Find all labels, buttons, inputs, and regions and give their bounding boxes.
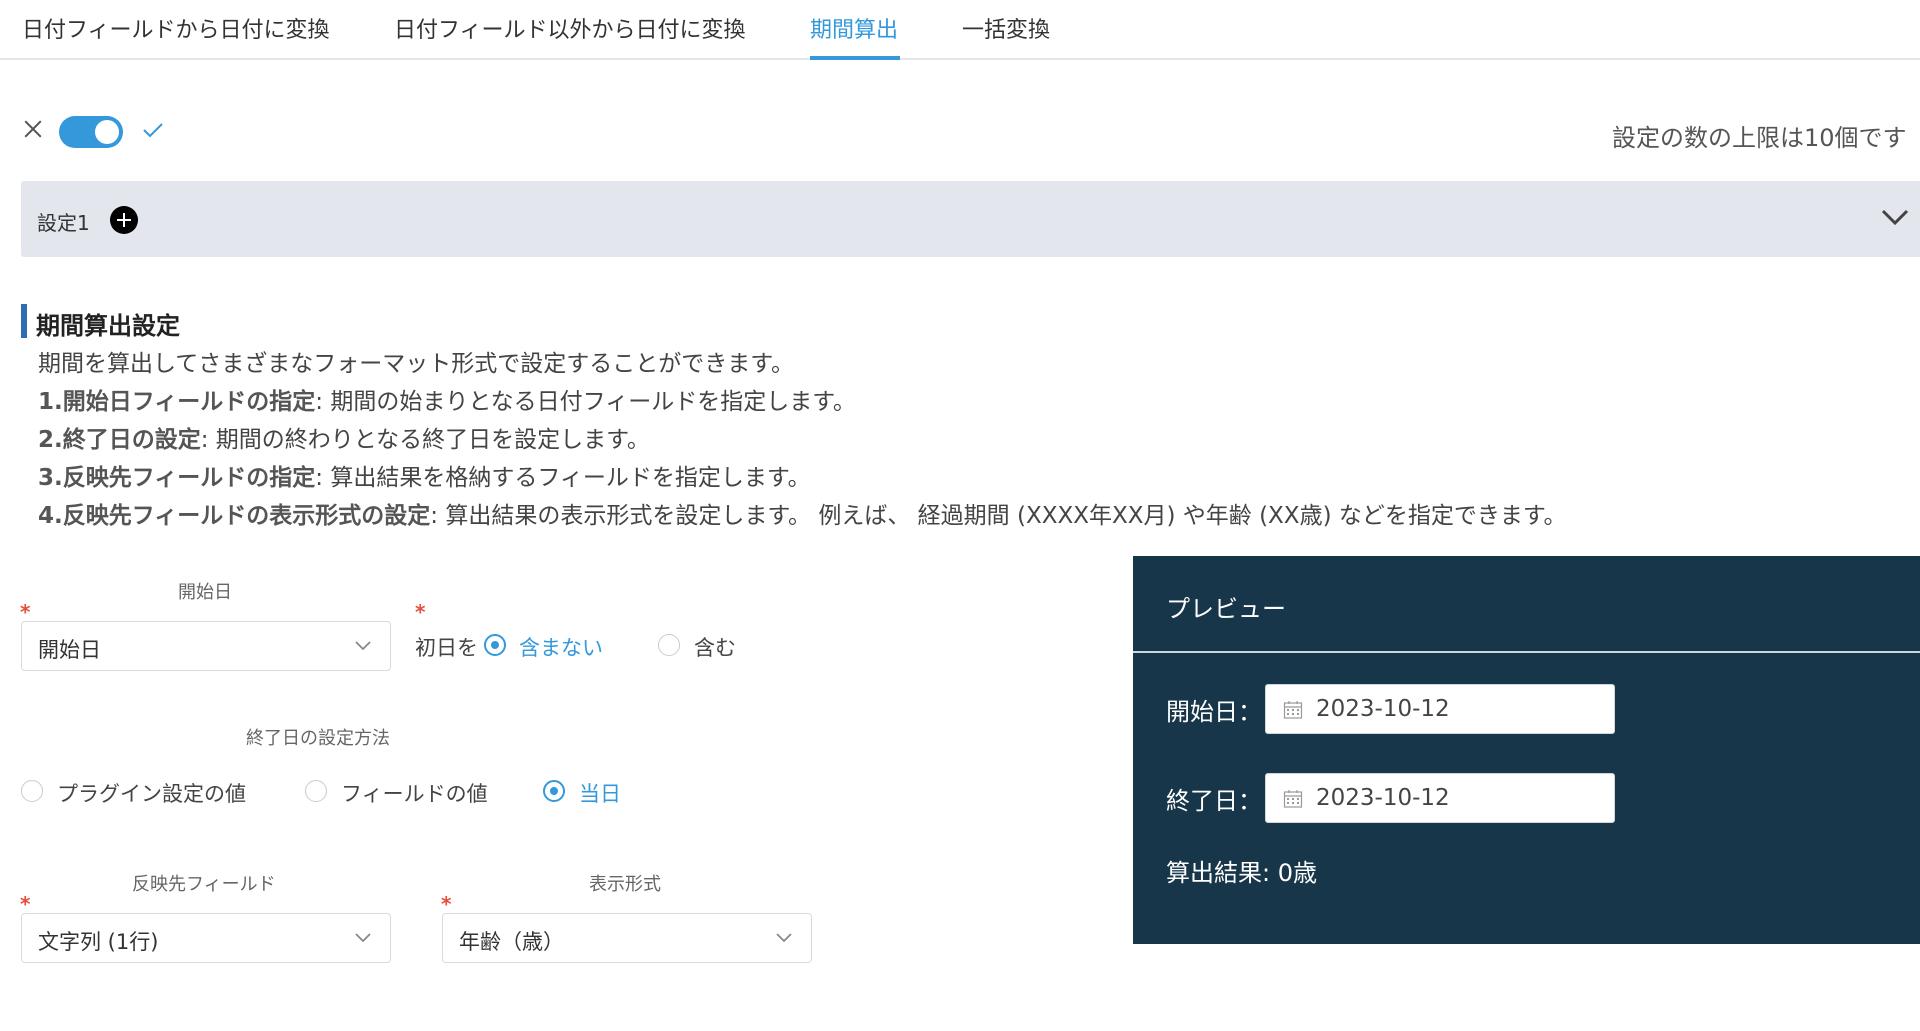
radio-field-value[interactable] <box>305 780 327 802</box>
step-1-text: : 期間の始まりとなる日付フィールドを指定します。 <box>315 389 856 415</box>
target-field-label: 反映先フィールド <box>132 874 276 895</box>
step-3-title: 3.反映先フィールドの指定 <box>38 465 316 491</box>
preview-end-label: 終了日： <box>1166 787 1262 815</box>
check-icon <box>143 123 163 138</box>
preview-result: 算出結果: 0歳 <box>1166 859 1317 887</box>
start-date-label: 開始日 <box>178 582 232 603</box>
step-1: 1.開始日フィールドの指定: 期間の始まりとなる日付フィールドを指定します。 <box>38 382 856 416</box>
first-day-prefix: 初日を <box>415 636 478 660</box>
step-4: 4.反映先フィールドの表示形式の設定: 算出結果の表示形式を設定します。 例えば… <box>38 496 1567 530</box>
radio-label-field-value[interactable]: フィールドの値 <box>341 778 488 808</box>
chevron-down-icon <box>776 933 792 943</box>
radio-exclude-first-day[interactable] <box>484 634 506 656</box>
display-format-select[interactable]: 年齢（歳） <box>442 913 812 963</box>
step-2-title: 2.終了日の設定 <box>38 427 201 453</box>
radio-label-exclude[interactable]: 含まない <box>519 632 603 662</box>
start-date-value: 開始日 <box>38 638 101 662</box>
toggle-knob <box>95 120 119 144</box>
preview-end-date-input[interactable]: 2023-10-12 <box>1265 773 1615 823</box>
chevron-down-icon <box>355 933 371 943</box>
section-intro: 期間を算出してさまざまなフォーマット形式で設定することができます。 <box>38 351 795 377</box>
preview-divider <box>1133 651 1920 653</box>
settings-label: 設定1 <box>37 211 90 235</box>
preview-start-date-input[interactable]: 2023-10-12 <box>1265 684 1615 734</box>
preview-title: プレビュー <box>1166 595 1286 623</box>
calendar-icon <box>1283 701 1303 719</box>
tab-bulk-conversion[interactable]: 一括変換 <box>962 12 1050 44</box>
section-accent-bar <box>21 304 27 338</box>
active-tab-indicator <box>810 56 900 60</box>
radio-label-plugin-setting-value[interactable]: プラグイン設定の値 <box>57 778 246 808</box>
preview-panel: プレビュー 開始日： 2023-10-12 終了日： 2023-10-12 算出… <box>1133 556 1920 944</box>
enable-toggle[interactable] <box>59 116 123 148</box>
step-3-text: : 算出結果を格納するフィールドを指定します。 <box>315 465 811 491</box>
tab-non-date-field-to-date[interactable]: 日付フィールド以外から日付に変換 <box>394 12 746 44</box>
display-format-value: 年齢（歳） <box>459 930 564 954</box>
calendar-icon <box>1283 790 1303 808</box>
chevron-down-icon <box>355 641 371 651</box>
settings-limit-note: 設定の数の上限は10個です <box>1612 124 1907 152</box>
target-field-select[interactable]: 文字列 (1行) <box>21 913 391 963</box>
target-field-value: 文字列 (1行) <box>38 930 159 954</box>
tab-period-calculation[interactable]: 期間算出 <box>810 12 898 44</box>
preview-start-label: 開始日： <box>1166 698 1262 726</box>
step-3: 3.反映先フィールドの指定: 算出結果を格納するフィールドを指定します。 <box>38 458 811 492</box>
radio-today[interactable] <box>543 780 565 802</box>
radio-plugin-setting-value[interactable] <box>21 780 43 802</box>
section-title: 期間算出設定 <box>36 312 180 340</box>
radio-label-include[interactable]: 含む <box>694 632 736 662</box>
display-format-label: 表示形式 <box>589 874 661 895</box>
radio-label-today[interactable]: 当日 <box>579 778 621 808</box>
required-mark: * <box>415 600 426 624</box>
plugin-settings-page: 日付フィールドから日付に変換 日付フィールド以外から日付に変換 期間算出 一括変… <box>0 0 1920 1031</box>
end-date-method-label: 終了日の設定方法 <box>246 728 390 749</box>
step-4-title: 4.反映先フィールドの表示形式の設定 <box>38 503 431 529</box>
tab-date-field-to-date[interactable]: 日付フィールドから日付に変換 <box>22 12 330 44</box>
step-2-text: : 期間の終わりとなる終了日を設定します。 <box>200 427 650 453</box>
add-setting-button[interactable] <box>110 206 138 234</box>
radio-include-first-day[interactable] <box>658 634 680 656</box>
step-1-title: 1.開始日フィールドの指定 <box>38 389 316 415</box>
step-2: 2.終了日の設定: 期間の終わりとなる終了日を設定します。 <box>38 420 650 454</box>
step-4-text: : 算出結果の表示形式を設定します。 例えば、 経過期間 (XXXX年XX月) … <box>430 503 1567 529</box>
settings-accordion-header[interactable]: 設定1 <box>21 181 1920 257</box>
tab-bar: 日付フィールドから日付に変換 日付フィールド以外から日付に変換 期間算出 一括変… <box>0 0 1920 60</box>
chevron-down-icon[interactable] <box>1879 205 1911 229</box>
close-icon <box>22 118 44 140</box>
preview-start-value: 2023-10-12 <box>1316 696 1450 722</box>
preview-end-value: 2023-10-12 <box>1316 785 1450 811</box>
start-date-select[interactable]: 開始日 <box>21 621 391 671</box>
